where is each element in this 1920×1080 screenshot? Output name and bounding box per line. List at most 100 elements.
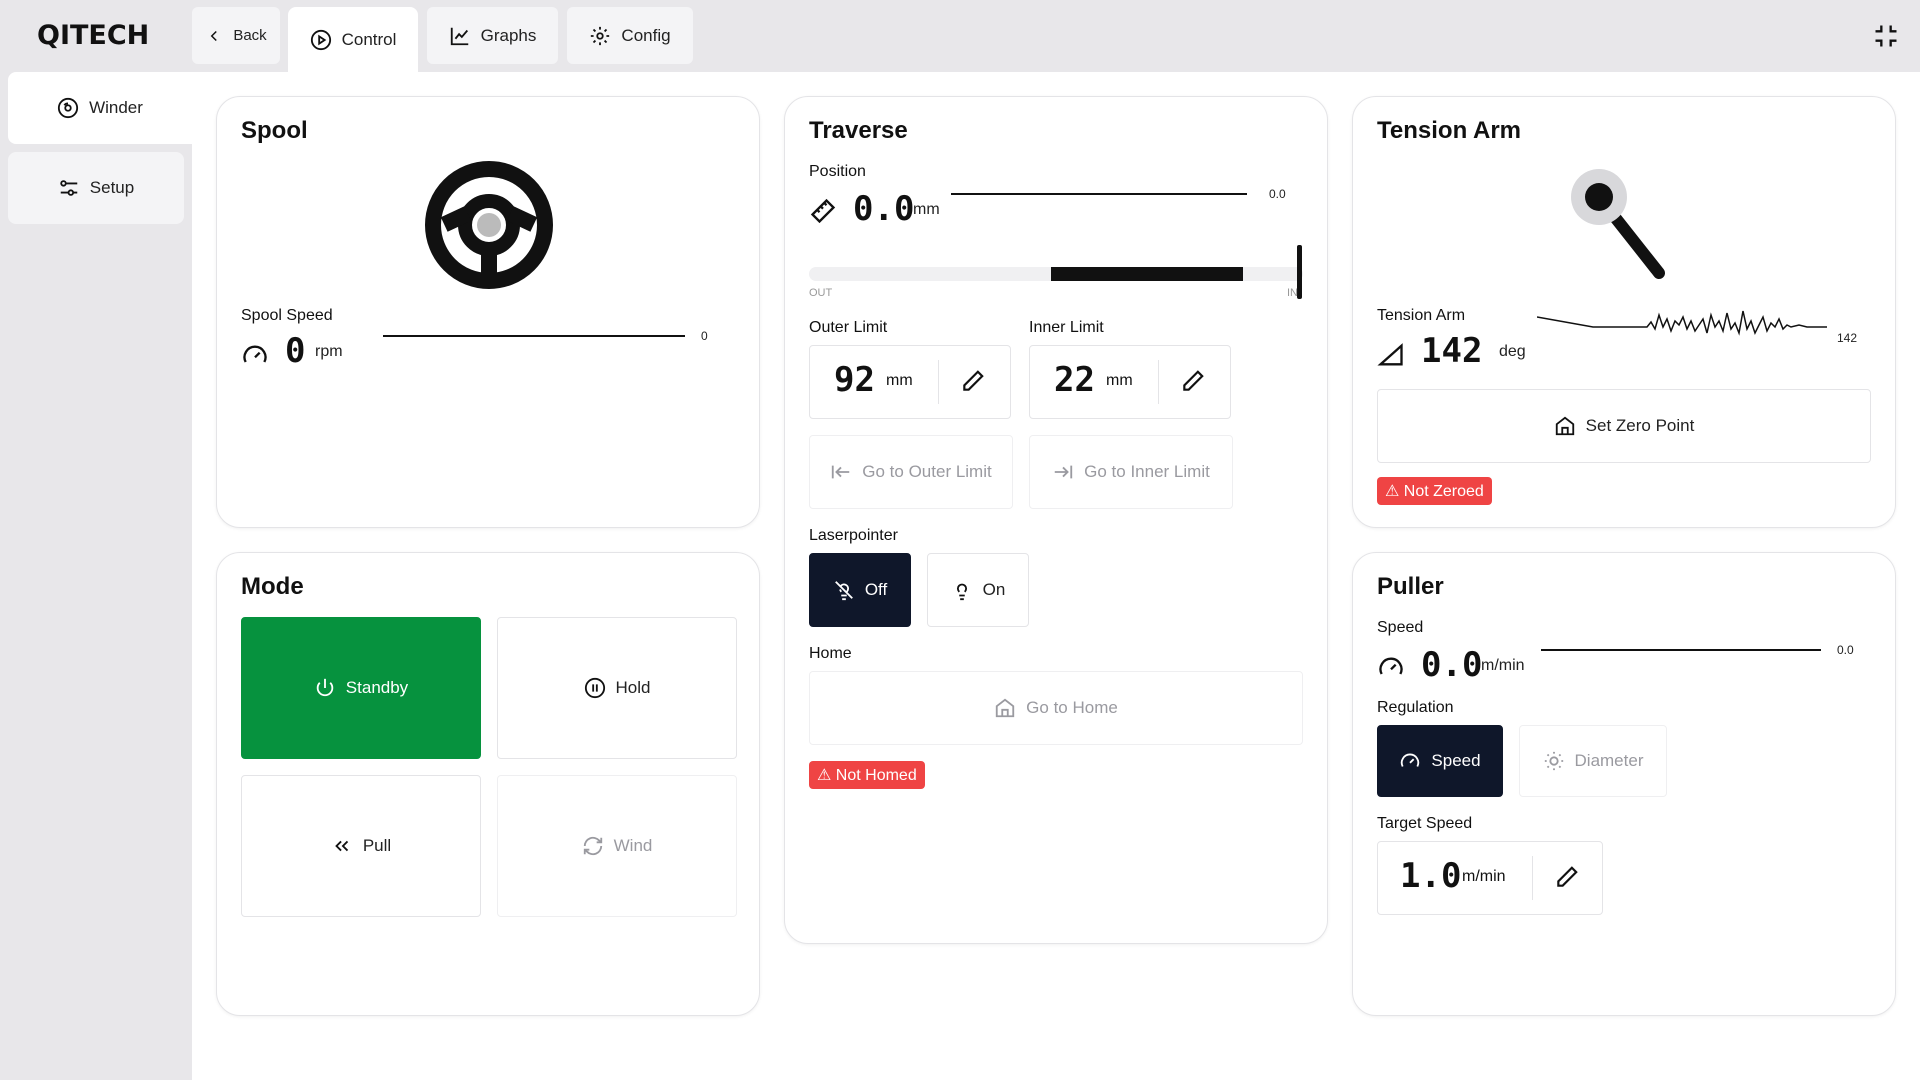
sidebar-item-setup[interactable]: Setup: [8, 152, 184, 224]
laser-off-label: Off: [864, 580, 888, 599]
gauge-icon: [243, 345, 267, 363]
spool-wheel-icon: [425, 161, 553, 289]
laser-on-button[interactable]: On: [927, 553, 1029, 627]
regulation-diameter-button[interactable]: Diameter: [1519, 725, 1667, 797]
puller-speed-sparkline: [1541, 649, 1821, 651]
tab-graphs-label: Graphs: [480, 25, 537, 45]
spool-icon: [57, 97, 79, 119]
laser-off-button[interactable]: Off: [809, 553, 911, 627]
puller-speed-unit: m/min: [1481, 657, 1525, 674]
mode-card: Mode Standby Hold Pull Wind: [216, 552, 760, 1016]
gauge-icon: [1401, 753, 1420, 767]
spool-speed-sparkline: [383, 335, 685, 337]
inner-limit-label: Inner Limit: [1029, 319, 1104, 336]
wind-label: Wind: [613, 836, 653, 855]
standby-button[interactable]: Standby: [241, 617, 481, 759]
tab-config-label: Config: [621, 25, 671, 45]
play-circle-icon: [310, 29, 331, 50]
outer-limit-unit: mm: [886, 372, 913, 389]
regulation-speed-label: Speed: [1431, 751, 1481, 770]
go-outer-label: Go to Outer Limit: [862, 462, 992, 481]
tension-arm-sparkline: [1537, 310, 1827, 336]
exit-fullscreen-icon[interactable]: [1872, 22, 1900, 50]
logo: QITECH: [37, 20, 150, 51]
main-content: Spool Spool Speed 0 rpm 0 Mode Standby H…: [192, 72, 1920, 1080]
puller-card: Puller Speed 0.0 m/min 0.0 Regulation Sp…: [1352, 552, 1896, 1016]
traverse-limit-range: [1051, 267, 1243, 281]
go-to-home-button[interactable]: Go to Home: [809, 671, 1303, 745]
traverse-card: Traverse Position 0.0 mm 0.0 OUT IN Oute…: [784, 96, 1328, 944]
target-speed-label: Target Speed: [1377, 815, 1473, 832]
pause-circle-icon: [584, 677, 605, 699]
not-homed-badge: ⚠ Not Homed: [809, 761, 925, 789]
gear-icon: [591, 26, 610, 45]
puller-title: Puller: [1377, 573, 1444, 600]
arrow-left-to-line-icon: [832, 465, 850, 479]
position-unit: mm: [913, 201, 940, 218]
traverse-title: Traverse: [809, 117, 908, 144]
puller-speed-spark-value: 0.0: [1837, 643, 1854, 657]
tab-config[interactable]: Config: [567, 7, 693, 64]
position-value: 0.0: [853, 189, 915, 229]
hold-button[interactable]: Hold: [497, 617, 737, 759]
spool-speed-unit: rpm: [315, 343, 343, 360]
go-inner-label: Go to Inner Limit: [1084, 462, 1210, 481]
wind-button[interactable]: Wind: [497, 775, 737, 917]
ruler-icon: [810, 198, 836, 224]
pencil-icon[interactable]: [1554, 864, 1580, 890]
laser-on-label: On: [982, 580, 1006, 599]
spool-speed-value: 0: [285, 331, 306, 371]
set-zero-label: Set Zero Point: [1585, 416, 1695, 435]
tension-arm-unit: deg: [1499, 343, 1526, 360]
top-bar: QITECH Back Control Graphs Config: [0, 0, 1920, 72]
outer-limit-field[interactable]: 92 mm: [809, 345, 1011, 419]
lightbulb-icon: [956, 583, 967, 601]
divider: [1532, 856, 1533, 900]
chart-line-icon: [450, 27, 468, 45]
tension-arm-spark-value: 142: [1837, 331, 1858, 345]
regulation-diameter-label: Diameter: [1574, 751, 1644, 770]
back-button[interactable]: Back: [192, 7, 280, 64]
home-label: Home: [809, 645, 852, 662]
regulation-speed-button[interactable]: Speed: [1377, 725, 1503, 797]
puller-speed-label: Speed: [1377, 619, 1424, 636]
target-speed-field[interactable]: 1.0 m/min: [1377, 841, 1603, 915]
range-in-label: IN: [1287, 287, 1298, 299]
target-speed-unit: m/min: [1462, 868, 1506, 885]
outer-limit-value: 92: [834, 360, 875, 400]
spool-title: Spool: [241, 117, 308, 144]
sidebar-item-winder[interactable]: Winder: [8, 72, 192, 144]
go-home-label: Go to Home: [1026, 698, 1118, 717]
sidebar-item-label: Winder: [89, 98, 143, 117]
inner-limit-field[interactable]: 22 mm: [1029, 345, 1231, 419]
tab-control[interactable]: Control: [288, 7, 418, 72]
spool-speed-label: Spool Speed: [241, 307, 333, 324]
sidebar-item-label: Setup: [89, 178, 135, 197]
pull-button[interactable]: Pull: [241, 775, 481, 917]
tab-graphs[interactable]: Graphs: [427, 7, 558, 64]
pencil-icon[interactable]: [1180, 368, 1206, 394]
divider: [938, 360, 939, 404]
pull-label: Pull: [362, 836, 392, 855]
pencil-icon[interactable]: [960, 368, 986, 394]
home-icon: [1555, 416, 1574, 436]
set-zero-point-button[interactable]: Set Zero Point: [1377, 389, 1871, 463]
chevron-left-icon: [211, 30, 218, 41]
position-sparkline: [951, 193, 1247, 195]
laserpointer-label: Laserpointer: [809, 527, 898, 544]
go-to-inner-limit-button[interactable]: Go to Inner Limit: [1029, 435, 1233, 509]
inner-limit-value: 22: [1054, 360, 1095, 400]
power-icon: [316, 678, 334, 697]
not-zeroed-badge: ⚠ Not Zeroed: [1377, 477, 1492, 505]
go-to-outer-limit-button[interactable]: Go to Outer Limit: [809, 435, 1013, 509]
home-icon: [996, 698, 1015, 718]
tension-arm-title: Tension Arm: [1377, 117, 1522, 144]
gauge-icon: [1379, 657, 1403, 675]
outer-limit-label: Outer Limit: [809, 319, 888, 336]
hold-label: Hold: [615, 678, 651, 697]
lightbulb-off-icon: [834, 581, 853, 601]
standby-label: Standby: [345, 678, 409, 697]
inner-limit-unit: mm: [1106, 372, 1133, 389]
tension-arm-label: Tension Arm: [1377, 307, 1466, 324]
chevrons-left-icon: [335, 840, 348, 852]
